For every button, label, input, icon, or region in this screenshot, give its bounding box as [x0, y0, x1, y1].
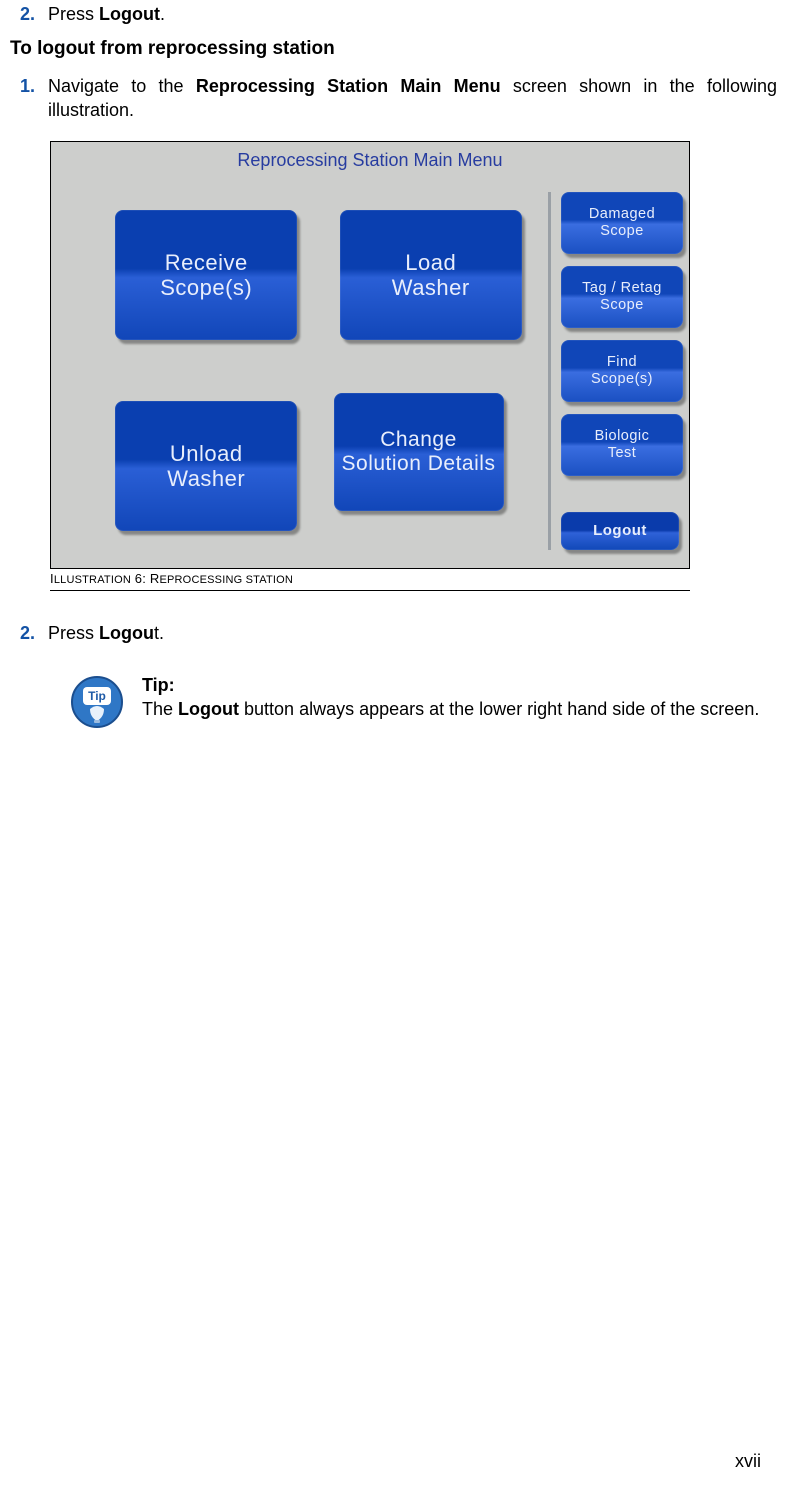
step-number: 2. — [20, 2, 48, 26]
step-1: 1. Navigate to the Reprocessing Station … — [20, 74, 777, 123]
damaged-scope-button[interactable]: Damaged Scope — [561, 192, 683, 254]
step-number: 1. — [20, 74, 48, 98]
illustration-body: Receive Scope(s) Load Washer Unload Wash… — [51, 178, 689, 568]
tip-body: The Logout button always appears at the … — [142, 697, 759, 721]
illustration-6: Reprocessing Station Main Menu Receive S… — [50, 141, 690, 591]
section-heading: To logout from reprocessing station — [10, 36, 777, 62]
unload-washer-button[interactable]: Unload Washer — [115, 401, 297, 531]
step-top: 2. Press Logout. — [20, 2, 777, 26]
svg-text:Tip: Tip — [88, 689, 106, 703]
tip-text: Tip: The Logout button always appears at… — [142, 673, 759, 722]
side-button-area: Damaged Scope Tag / Retag Scope Find Sco… — [548, 192, 681, 550]
illustration-caption: ILLUSTRATION 6: REPROCESSING STATION — [50, 570, 690, 591]
change-solution-details-button[interactable]: Change Solution Details — [334, 393, 504, 511]
side-spacer — [561, 488, 679, 500]
biologic-test-button[interactable]: Biologic Test — [561, 414, 683, 476]
step-text: Press Logout. — [48, 621, 777, 645]
tag-retag-scope-button[interactable]: Tag / Retag Scope — [561, 266, 683, 328]
receive-scopes-button[interactable]: Receive Scope(s) — [115, 210, 297, 340]
step-2: 2. Press Logout. — [20, 621, 777, 645]
tip-title: Tip: — [142, 673, 759, 697]
logout-button[interactable]: Logout — [561, 512, 679, 550]
page-number: xvii — [735, 1449, 761, 1473]
tip-block: Tip Tip: The Logout button always appear… — [70, 673, 777, 729]
find-scopes-button[interactable]: Find Scope(s) — [561, 340, 683, 402]
step-text: Press Logout. — [48, 2, 777, 26]
step-text: Navigate to the Reprocessing Station Mai… — [48, 74, 777, 123]
step-number: 2. — [20, 621, 48, 645]
illustration-title: Reprocessing Station Main Menu — [51, 142, 689, 178]
tip-icon: Tip — [70, 675, 124, 729]
illustration-frame: Reprocessing Station Main Menu Receive S… — [50, 141, 690, 569]
main-button-area: Receive Scope(s) Load Washer Unload Wash… — [59, 192, 548, 550]
load-washer-button[interactable]: Load Washer — [340, 210, 522, 340]
